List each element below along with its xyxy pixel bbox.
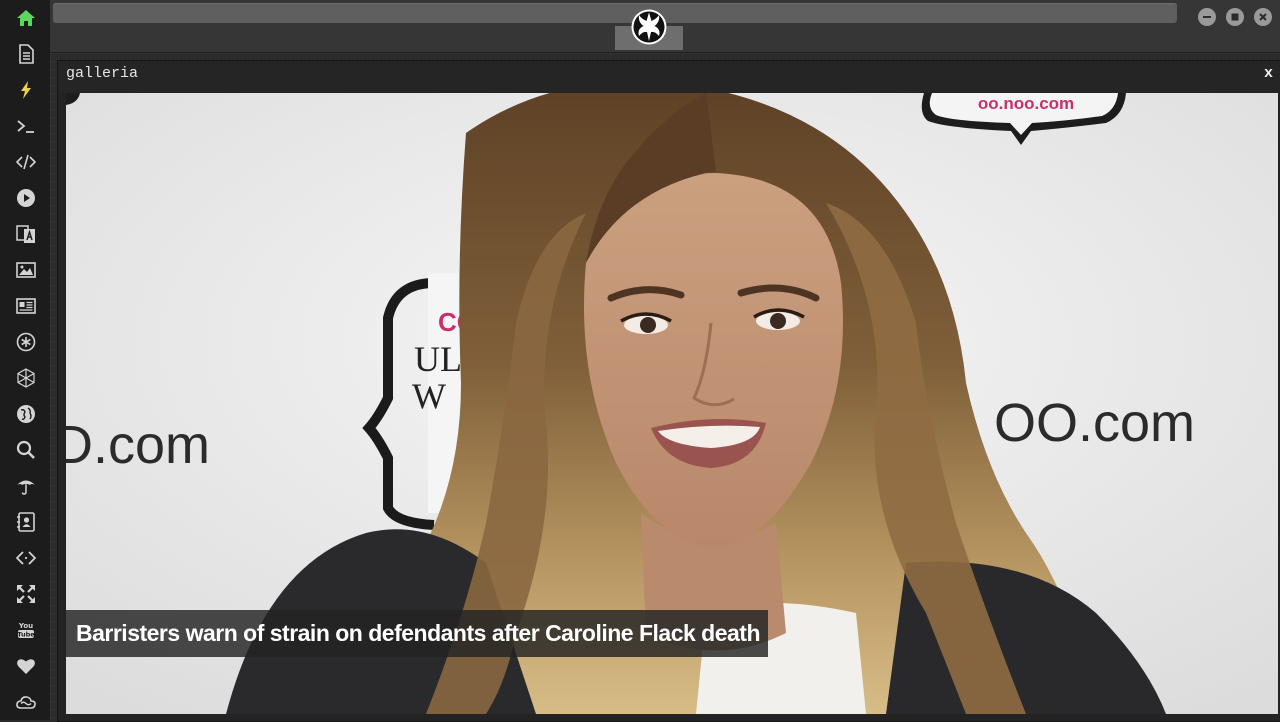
svg-text:W: W [412, 376, 446, 416]
expand-icon[interactable] [11, 579, 41, 609]
maximize-icon [1231, 13, 1239, 21]
gallery-caption-box: Barristers warn of strain on defendants … [66, 610, 768, 657]
window-title: galleria [66, 65, 139, 82]
image-icon[interactable] [11, 255, 41, 285]
sidebar: You Tube [0, 0, 51, 720]
svg-text:oo.noo.com: oo.noo.com [978, 94, 1074, 113]
document-icon[interactable] [11, 39, 41, 69]
backdrop-logo-right: OO.com [994, 393, 1195, 453]
svg-text:Tube: Tube [17, 631, 35, 639]
close-window-button[interactable] [1254, 8, 1272, 26]
window-close-button[interactable]: x [1264, 65, 1273, 82]
svg-text:You: You [18, 622, 33, 630]
newspaper-icon[interactable] [11, 291, 41, 321]
maximize-button[interactable] [1226, 8, 1244, 26]
play-icon[interactable] [11, 183, 41, 213]
embed-icon[interactable] [11, 543, 41, 573]
globe-icon[interactable] [11, 399, 41, 429]
translate-icon[interactable] [11, 219, 41, 249]
code-icon[interactable] [11, 147, 41, 177]
backdrop-logo-left: D.com [66, 415, 210, 475]
cube-icon[interactable] [11, 363, 41, 393]
address-bar[interactable] [53, 3, 1177, 23]
cloud-icon[interactable] [11, 687, 41, 717]
umbrella-icon[interactable] [11, 471, 41, 501]
minimize-icon [1203, 16, 1211, 18]
rebel-alliance-logo[interactable] [631, 9, 667, 45]
minimize-button[interactable] [1198, 8, 1216, 26]
gallery-caption: Barristers warn of strain on defendants … [76, 620, 761, 646]
close-icon [1259, 13, 1267, 21]
youtube-icon[interactable]: You Tube [11, 615, 41, 645]
bolt-icon[interactable] [11, 75, 41, 105]
window-header[interactable]: galleria x [58, 61, 1280, 93]
home-icon[interactable] [11, 3, 41, 33]
heart-icon[interactable] [11, 651, 41, 681]
search-icon[interactable] [11, 435, 41, 465]
contact-icon[interactable] [11, 507, 41, 537]
asterisk-icon[interactable] [11, 327, 41, 357]
svg-text:UL: UL [414, 339, 462, 379]
terminal-icon[interactable] [11, 111, 41, 141]
